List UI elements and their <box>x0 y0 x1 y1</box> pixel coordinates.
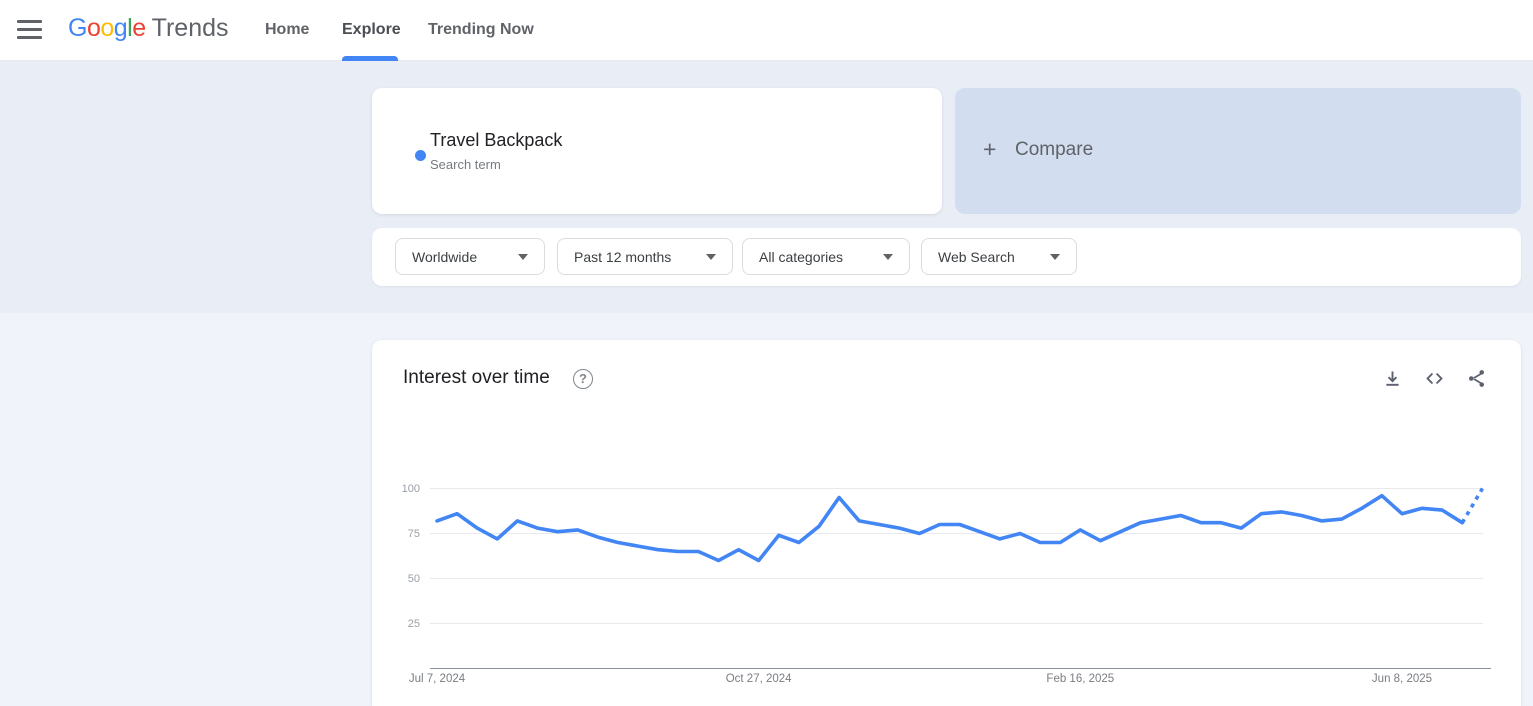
interest-over-time-chart[interactable]: 100 75 50 25 Jul 7, 2024 Oct 27, 2024 Feb 16, … <box>372 340 1521 706</box>
x-tick-label: Jun 8, 2025 <box>1371 673 1433 685</box>
category-filter-dropdown[interactable]: All categories <box>742 238 910 275</box>
chevron-down-icon <box>1050 253 1060 260</box>
y-tick-label: 25 <box>407 617 420 630</box>
nav-tab-trending-now[interactable]: Trending Now <box>428 0 534 60</box>
trend-line <box>435 493 1465 563</box>
trend-line-partial-data <box>1460 487 1484 524</box>
filters-bar: Worldwide Past 12 months All categories … <box>372 228 1521 286</box>
search-term-subtitle: Search term <box>430 157 501 172</box>
search-type-value: Web Search <box>938 248 1015 265</box>
interest-over-time-card: Interest over time ? 100 75 50 25 Jul 7, 202… <box>372 340 1521 706</box>
chevron-down-icon <box>706 253 716 260</box>
search-type-filter-dropdown[interactable]: Web Search <box>921 238 1077 275</box>
trend-chart-svg <box>430 487 1491 669</box>
logo-letter: g <box>113 14 128 42</box>
y-tick-label: 50 <box>407 572 420 585</box>
series-color-dot <box>415 150 426 161</box>
add-comparison-button[interactable]: + Compare <box>955 88 1521 214</box>
compare-label: Compare <box>1015 139 1094 160</box>
logo-letter: o <box>100 14 114 42</box>
geo-filter-value: Worldwide <box>412 248 478 265</box>
logo-product-name: Trends <box>151 14 229 42</box>
time-range-value: Past 12 months <box>574 248 672 265</box>
x-tick-label: Jul 7, 2024 <box>408 673 466 685</box>
x-tick-label: Oct 27, 2024 <box>725 673 792 685</box>
geo-filter-dropdown[interactable]: Worldwide <box>395 238 545 275</box>
active-tab-indicator <box>342 56 398 61</box>
search-term-title: Travel Backpack <box>430 130 563 150</box>
logo-letter: G <box>68 14 87 42</box>
plus-icon: + <box>983 136 997 162</box>
search-term-card[interactable]: Travel Backpack Search term <box>372 88 942 214</box>
time-range-filter-dropdown[interactable]: Past 12 months <box>557 238 733 275</box>
hamburger-menu-icon[interactable] <box>17 20 42 41</box>
chevron-down-icon <box>883 253 893 260</box>
google-trends-explore-page: Google Trends Home Explore Trending Now T… <box>0 0 1533 706</box>
category-value: All categories <box>759 248 844 265</box>
x-tick-label: Feb 16, 2025 <box>1046 673 1115 685</box>
nav-tab-explore[interactable]: Explore <box>342 0 401 60</box>
chevron-down-icon <box>518 253 528 260</box>
google-trends-logo[interactable]: Google Trends <box>68 14 229 43</box>
logo-letter: o <box>86 14 101 42</box>
logo-letter: e <box>132 14 146 42</box>
y-tick-label: 75 <box>407 527 420 540</box>
y-tick-label: 100 <box>401 482 420 495</box>
top-app-bar: Google Trends Home Explore Trending Now <box>0 0 1533 61</box>
nav-tab-home[interactable]: Home <box>265 0 309 60</box>
